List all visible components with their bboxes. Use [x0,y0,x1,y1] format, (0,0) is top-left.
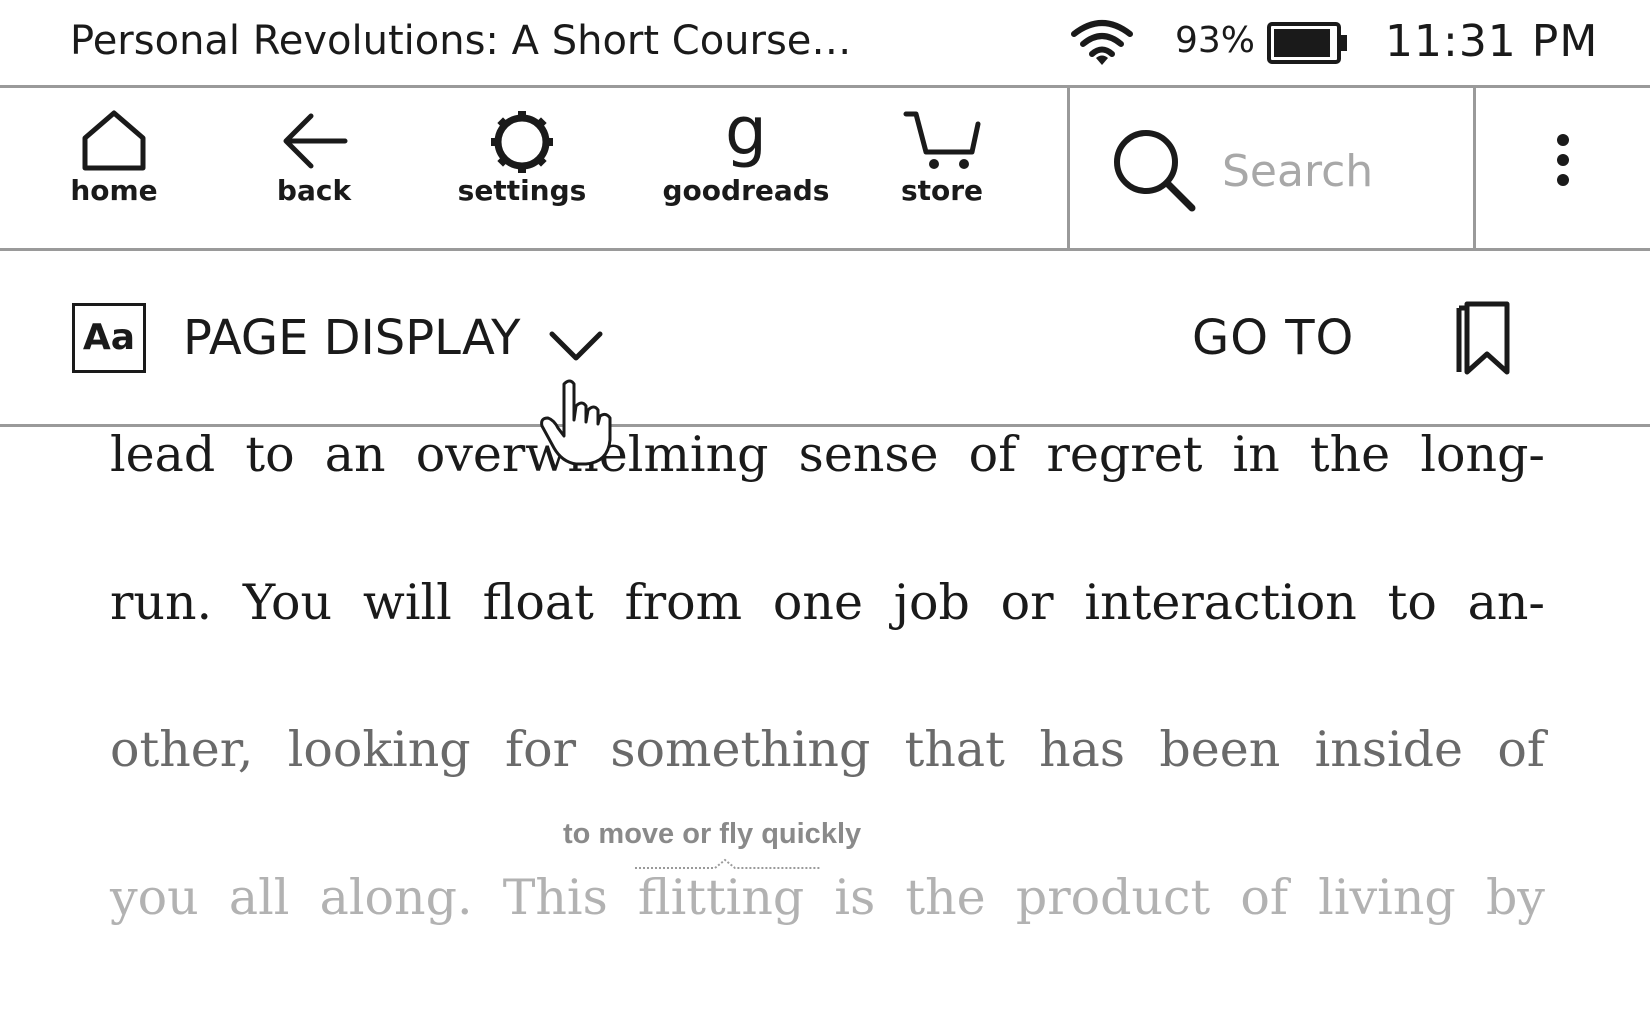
goodreads-icon: g [725,108,767,170]
goodreads-button[interactable]: g goodreads [656,108,836,207]
reader-toolbar: Aa PAGE DISPLAY GO TO [0,250,1650,425]
hand-pointer-icon [540,379,612,466]
goodreads-label: goodreads [662,174,830,207]
back-button[interactable]: back [224,108,404,207]
text-line: other, looking for something that has be… [110,721,1545,778]
wifi-icon [1070,18,1134,70]
back-label: back [276,174,352,207]
page-display-menu[interactable]: PAGE DISPLAY [183,310,520,366]
chevron-down-icon[interactable] [548,328,604,364]
home-label: home [70,174,158,207]
svg-text:g: g [725,108,767,170]
store-label: store [900,174,984,207]
font-settings-button[interactable]: Aa [72,303,146,373]
home-button[interactable]: home [24,108,204,207]
clock: 11:31 PM [1385,16,1599,67]
toolbar-divider [1473,88,1476,248]
text-line: you all along. This flitting is the prod… [110,869,1545,926]
bookmark-icon[interactable] [1455,300,1511,378]
battery-icon [1267,22,1349,68]
book-title: Personal Revolutions: A Short Course… [70,18,852,64]
back-arrow-icon [283,113,348,169]
more-vertical-icon [1557,134,1569,186]
text-line: lead to an overwhelming sense of regret … [110,426,1545,483]
gear-icon [491,111,553,173]
go-to-button[interactable]: GO TO [1192,310,1354,366]
search-icon [1114,130,1196,212]
search-input[interactable] [1220,140,1464,202]
more-button[interactable] [1540,130,1586,210]
text-line: run. You will float from one job or inte… [110,574,1545,631]
status-bar: Personal Revolutions: A Short Course… 93… [0,0,1650,86]
settings-button[interactable]: settings [432,108,612,207]
home-icon [82,110,146,171]
store-button[interactable]: store [852,108,1032,207]
search-box[interactable] [1070,88,1475,248]
tooltip-underline [635,858,820,869]
cart-icon [903,111,981,169]
battery-percent: 93% [1175,20,1256,61]
definition-tooltip: to move or fly quickly [563,818,862,850]
settings-label: settings [457,174,587,207]
